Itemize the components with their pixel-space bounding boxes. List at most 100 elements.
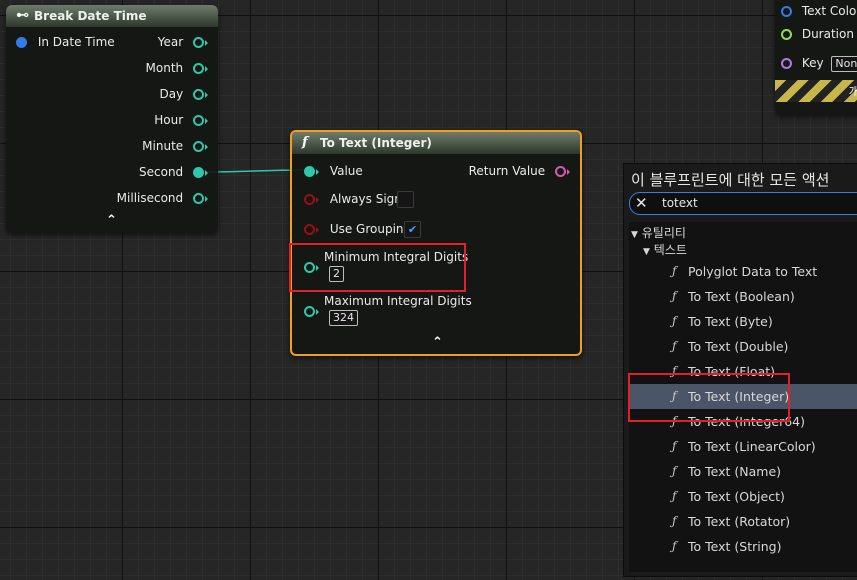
return-value-pin[interactable] <box>555 166 566 177</box>
duration-pin-row[interactable]: Duration <box>781 26 857 42</box>
millisecond-pin-arrow <box>205 195 208 202</box>
action-item[interactable]: ƒ To Text (Double) <box>629 334 857 359</box>
use-grouping-pin-row[interactable]: Use Grouping <box>304 222 411 236</box>
millisecond-label: Millisecond <box>116 191 184 205</box>
function-icon: ƒ <box>672 464 677 478</box>
action-item-label: Polyglot Data to Text <box>688 264 818 279</box>
second-pin-arrow <box>205 169 208 176</box>
use-grouping-pin[interactable] <box>304 224 315 235</box>
action-item[interactable]: ƒ To Text (Object) <box>629 484 857 509</box>
key-pin[interactable] <box>781 58 792 69</box>
day-pin-arrow <box>205 91 208 98</box>
millisecond-pin-row[interactable]: Millisecond <box>117 191 208 205</box>
action-menu-title: 이 블루프린트에 대한 모든 액션 <box>631 171 830 189</box>
always-sign-pin-row[interactable]: Always Sign <box>304 192 402 206</box>
in-date-time-pin-row[interactable]: In Date Time <box>16 35 115 49</box>
max-integral-digits-pin-arrow <box>316 308 319 315</box>
action-item-label: To Text (Double) <box>688 339 789 354</box>
max-integral-digits-input[interactable]: 324 <box>329 310 358 326</box>
return-value-pin-arrow <box>567 168 570 175</box>
month-pin[interactable] <box>193 63 204 74</box>
day-pin[interactable] <box>193 89 204 100</box>
always-sign-pin[interactable] <box>304 194 315 205</box>
action-item[interactable]: ƒ To Text (Name) <box>629 459 857 484</box>
second-label: Second <box>139 165 184 179</box>
day-label: Day <box>159 87 184 101</box>
dev-label: 개발 <box>848 85 857 98</box>
in-date-time-pin[interactable] <box>16 37 27 48</box>
subcategory-text[interactable]: ▼ 텍스트 <box>643 241 687 258</box>
action-item-label: To Text (Rotator) <box>688 514 791 529</box>
second-pin-row[interactable]: Second <box>139 165 208 179</box>
always-sign-checkbox[interactable] <box>397 191 414 208</box>
action-item[interactable]: ƒ To Text (LinearColor) <box>629 434 857 459</box>
break-struct-icon: ⊷ <box>16 8 29 23</box>
second-pin[interactable] <box>193 167 204 178</box>
minute-label: Minute <box>142 139 184 153</box>
action-item[interactable]: ƒ To Text (Rotator) <box>629 509 857 534</box>
highlight-box-min-digits <box>289 243 466 292</box>
clear-search-icon[interactable]: ✕ <box>635 193 648 214</box>
break-date-time-title: Break Date Time <box>34 9 147 23</box>
hour-pin-row[interactable]: Hour <box>154 113 208 127</box>
return-value-pin-row[interactable]: Return Value <box>469 164 570 178</box>
to-text-integer-header[interactable]: f To Text (Integer) <box>292 132 580 154</box>
function-icon: ƒ <box>672 439 677 453</box>
function-icon: f <box>302 135 308 150</box>
function-icon: ƒ <box>672 339 677 353</box>
action-search-field[interactable]: ✕ totext <box>629 192 857 215</box>
action-item[interactable]: ƒ To Text (Boolean) <box>629 284 857 309</box>
text-color-pin[interactable] <box>781 6 792 17</box>
year-pin-row[interactable]: Year <box>158 35 208 49</box>
hour-label: Hour <box>154 113 184 127</box>
action-item[interactable]: ƒ To Text (Byte) <box>629 309 857 334</box>
year-pin-arrow <box>205 39 208 46</box>
minute-pin-row[interactable]: Minute <box>142 139 208 153</box>
collapse-chevron-icon[interactable]: ⌃ <box>432 335 443 350</box>
collapse-chevron-icon[interactable]: ⌃ <box>106 213 117 228</box>
value-pin-arrow <box>316 168 319 175</box>
function-icon: ƒ <box>672 514 677 528</box>
day-pin-row[interactable]: Day <box>159 87 208 101</box>
year-label: Year <box>157 35 184 49</box>
minute-pin[interactable] <box>193 141 204 152</box>
search-input[interactable]: totext <box>662 193 698 214</box>
function-icon: ƒ <box>672 289 677 303</box>
category-expand-arrow-icon[interactable]: ▼ <box>631 230 638 240</box>
year-pin[interactable] <box>193 37 204 48</box>
right-partial-node[interactable]: Text Color Duration Key None 개발 <box>775 0 857 115</box>
month-label: Month <box>145 61 184 75</box>
key-pin-row[interactable]: Key None <box>781 56 857 72</box>
function-icon: ƒ <box>672 539 677 553</box>
millisecond-pin[interactable] <box>193 193 204 204</box>
category-utility[interactable]: ▼ 유틸리티 <box>631 224 686 241</box>
function-icon: ƒ <box>672 489 677 503</box>
action-item-label: To Text (Boolean) <box>688 289 795 304</box>
hour-pin[interactable] <box>193 115 204 126</box>
key-value-input[interactable]: None <box>831 56 857 72</box>
duration-label: Duration <box>801 26 854 41</box>
hour-pin-arrow <box>205 117 208 124</box>
action-item[interactable]: ƒ To Text (String) <box>629 534 857 559</box>
break-date-time-node[interactable]: ⊷ Break Date Time In Date Time Year Mont… <box>6 5 218 233</box>
duration-pin[interactable] <box>781 28 792 40</box>
use-grouping-pin-arrow <box>316 226 319 233</box>
break-date-time-header[interactable]: ⊷ Break Date Time <box>6 5 218 27</box>
subcategory-expand-arrow-icon[interactable]: ▼ <box>643 247 650 257</box>
month-pin-row[interactable]: Month <box>146 61 208 75</box>
action-item[interactable]: ƒ Polyglot Data to Text <box>629 259 857 284</box>
text-color-pin-row[interactable]: Text Color <box>781 4 857 18</box>
use-grouping-label: Use Grouping <box>329 222 412 236</box>
use-grouping-checkbox[interactable]: ✔ <box>404 221 421 238</box>
subcategory-text-label: 텍스트 <box>653 243 687 257</box>
category-utility-label: 유틸리티 <box>641 226 686 240</box>
max-integral-digits-pin[interactable] <box>304 306 315 317</box>
value-pin-row[interactable]: Value <box>304 164 363 178</box>
to-text-integer-title: To Text (Integer) <box>320 136 432 150</box>
action-item-label: To Text (Object) <box>688 489 785 504</box>
max-integral-digits-pin-row[interactable] <box>304 304 319 318</box>
action-menu[interactable]: 이 블루프린트에 대한 모든 액션 ✕ totext ▼ 유틸리티 ▼ 텍스트 … <box>623 163 857 577</box>
value-pin[interactable] <box>304 166 315 177</box>
dev-only-stripe: 개발 <box>775 80 857 102</box>
month-pin-arrow <box>205 65 208 72</box>
